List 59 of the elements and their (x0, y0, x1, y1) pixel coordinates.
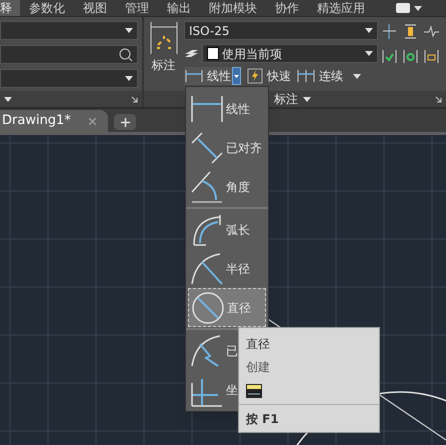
linear-dimension-button[interactable]: 线性 (184, 67, 232, 85)
caret-icon (353, 74, 361, 78)
panel-launcher-icon[interactable] (131, 96, 138, 102)
close-icon[interactable] (89, 118, 96, 124)
ribbon-toggle-button[interactable] (396, 3, 410, 13)
document-tab[interactable]: Drawing1* (0, 110, 108, 132)
caret-icon (365, 28, 373, 33)
dropdown-item[interactable]: 角度 (188, 167, 266, 206)
panel-launcher-icon[interactable] (435, 96, 442, 102)
aligned-dimension-icon (190, 130, 224, 164)
ribbon-tab[interactable]: 输出 (158, 0, 200, 16)
caret-icon (234, 74, 239, 78)
dropdown-arrow-button[interactable] (232, 67, 241, 85)
quick-dimension-button[interactable]: 快速 (247, 67, 291, 85)
continue-dimension-icon (297, 69, 315, 83)
break-dimension-icon (382, 24, 397, 39)
ribbon-tab[interactable]: 参数化 (20, 0, 74, 16)
associate-icon (424, 49, 439, 64)
dropdown-field[interactable] (0, 69, 138, 88)
update-icon (403, 49, 418, 64)
panel-title[interactable]: 标注 (274, 90, 311, 108)
ribbon-tab[interactable]: 视图 (74, 0, 116, 16)
dropdown-item[interactable]: 弧长 (188, 210, 266, 249)
dropdown-item[interactable]: 线性 (188, 89, 266, 128)
diameter-dimension-icon (191, 290, 225, 324)
caret-icon (125, 28, 133, 33)
preview-thumbnail-icon (246, 384, 262, 398)
panel-expand-icon (4, 96, 12, 102)
layer-field[interactable]: 使用当前项 (202, 44, 378, 63)
angular-dimension-icon (190, 170, 224, 204)
plus-icon (120, 118, 130, 126)
help-text: 按 F1 (246, 411, 280, 428)
linear-dimension-icon (185, 69, 203, 83)
dimension-style-field[interactable]: ISO-25 (184, 21, 378, 40)
lightning-icon (247, 68, 263, 84)
layer-text: 使用当前项 (222, 46, 282, 62)
search-field[interactable] (0, 45, 138, 64)
ribbon-tab[interactable]: 精选应用 (308, 0, 374, 16)
jog-line-icon (424, 24, 439, 39)
space-dimension-icon (403, 24, 418, 39)
ribbon-tab[interactable]: 管理 (116, 0, 158, 16)
caret-icon (365, 51, 373, 56)
inspect-icon (382, 49, 397, 64)
dimension-button[interactable]: 标注 (147, 21, 180, 85)
caret-icon (414, 6, 422, 10)
continue-dimension-button[interactable]: 连续 (297, 67, 361, 85)
dropdown-field[interactable] (0, 21, 138, 40)
radius-dimension-icon (190, 252, 224, 286)
dimension-icon (148, 21, 178, 55)
dropdown-item[interactable]: 已对齐 (188, 128, 266, 167)
search-icon (119, 48, 133, 62)
caret-icon (125, 76, 133, 81)
ribbon-tab[interactable]: 协作 (266, 0, 308, 16)
ribbon-tab[interactable]: 附加模块 (200, 0, 266, 16)
new-tab-button[interactable] (114, 114, 136, 130)
color-swatch (207, 47, 219, 60)
ribbon-tab[interactable]: 释 (0, 0, 20, 16)
caret-icon (303, 96, 311, 102)
dropdown-item[interactable]: 半径 (188, 249, 266, 288)
